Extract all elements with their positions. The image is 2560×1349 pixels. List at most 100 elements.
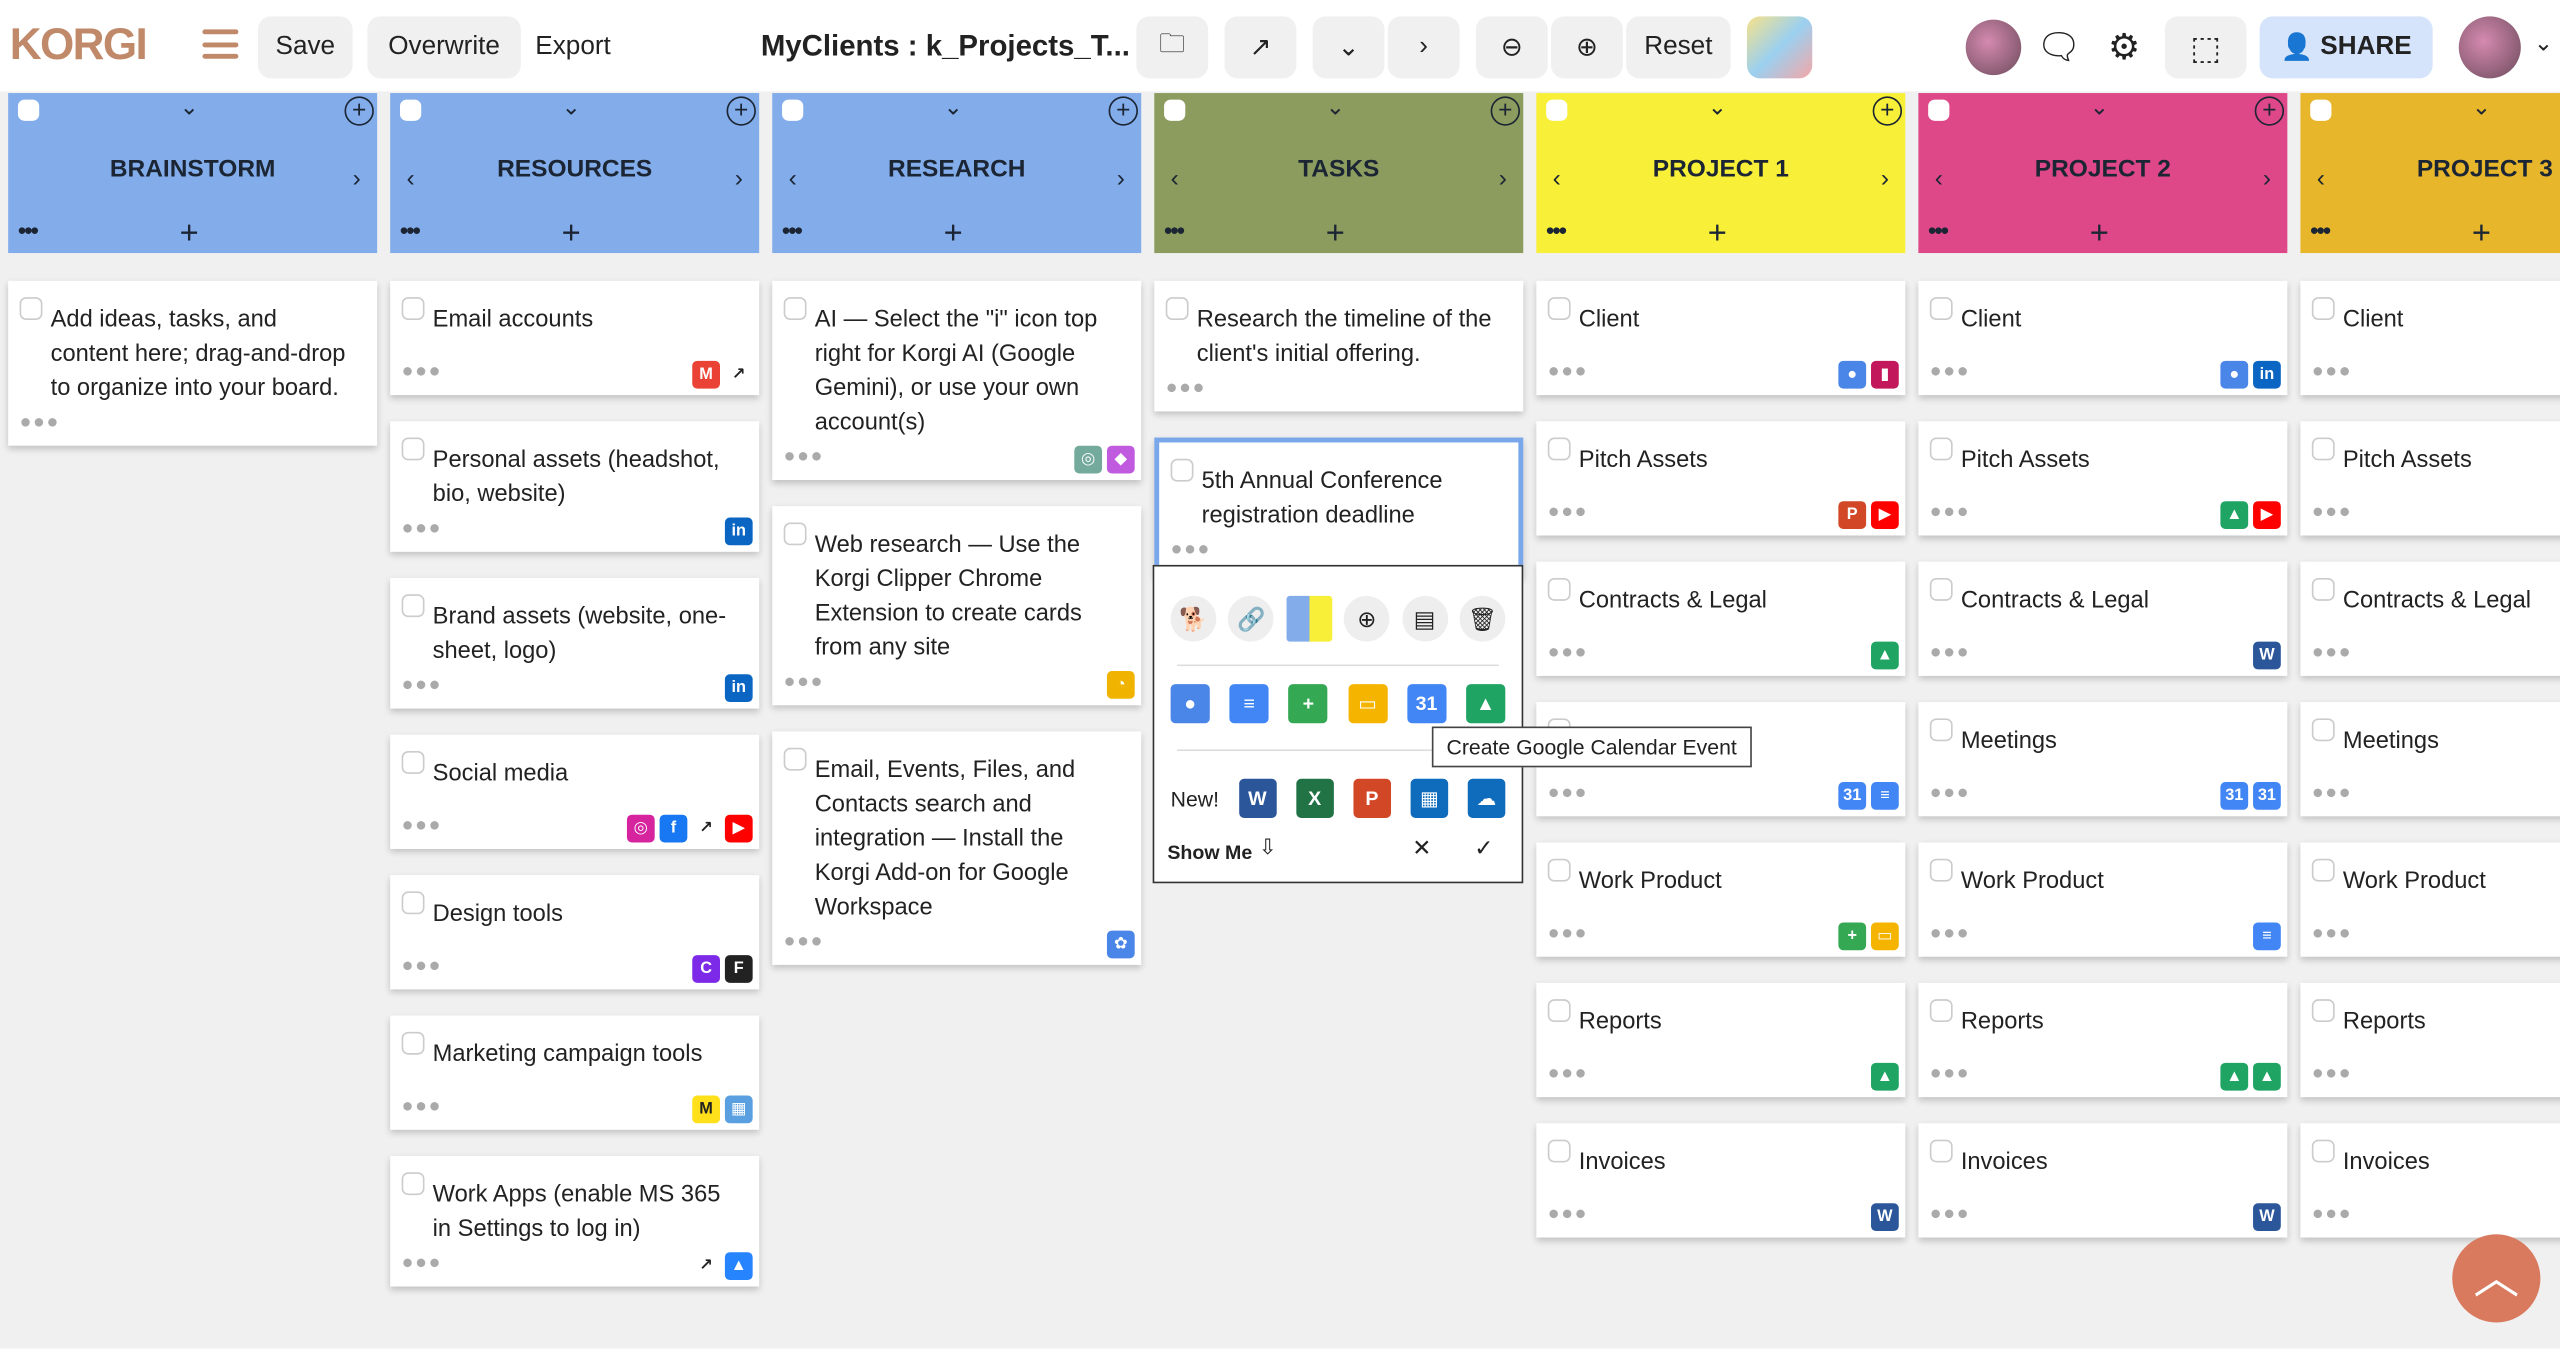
canva-icon[interactable]: C — [692, 955, 720, 983]
more-icon[interactable]: ••• — [18, 217, 39, 243]
card[interactable]: Research the timeline of the client's in… — [1154, 280, 1524, 412]
more-icon[interactable]: ●●● — [1548, 495, 1588, 529]
collaborator-avatar[interactable] — [1965, 19, 2022, 76]
chevron-down-icon[interactable]: ⌄ — [180, 93, 199, 121]
more-icon[interactable]: ●●● — [2312, 495, 2352, 529]
more-icon[interactable]: ●●● — [402, 949, 442, 983]
trash-icon[interactable]: 🗑 — [1459, 595, 1506, 642]
figma-icon[interactable]: F — [724, 955, 753, 983]
color-palette-icon[interactable] — [1286, 595, 1332, 642]
more-icon[interactable]: ●●● — [2312, 635, 2352, 669]
korgi-icon[interactable]: 🐕 — [1170, 595, 1217, 642]
card-checkbox[interactable] — [1929, 437, 1953, 461]
contacts-icon[interactable]: ● — [2220, 360, 2249, 389]
add-card-icon[interactable]: + — [2090, 217, 2109, 250]
korgi-logo[interactable]: KORGI — [10, 20, 148, 71]
more-icon[interactable]: ••• — [1928, 217, 1949, 243]
more-icon[interactable]: ●●● — [1930, 1056, 1970, 1090]
google-drive-icon[interactable]: ▲ — [1871, 641, 1899, 670]
card[interactable]: Contracts & Legal ●●● — [2300, 561, 2560, 676]
select-area-icon[interactable]: ⬚ — [2164, 16, 2247, 79]
card[interactable]: Marketing campaign tools ●●● M ▦ — [390, 1015, 760, 1130]
card[interactable]: Contracts & Legal ●●● W — [1918, 561, 2288, 676]
google-slides-icon[interactable]: ▭ — [1871, 922, 1899, 951]
more-icon[interactable]: ●●● — [784, 924, 824, 958]
google-drive-icon[interactable]: ▲ — [2220, 1062, 2249, 1091]
card[interactable]: Work Apps (enable MS 365 in Settings to … — [390, 1155, 760, 1287]
youtube-icon[interactable]: ▶ — [724, 814, 753, 843]
card-checkbox[interactable] — [2311, 1139, 2335, 1163]
chevron-right-icon[interactable]: › — [1117, 165, 1125, 193]
chevron-down-icon[interactable]: ⌄ — [2472, 93, 2491, 121]
card-checkbox[interactable] — [1929, 297, 1953, 320]
atlassian-icon[interactable]: ▲ — [724, 1252, 753, 1280]
card[interactable]: Pitch Assets ●●● ▲ ▶ — [1918, 421, 2288, 536]
add-circle-icon[interactable]: + — [1490, 96, 1520, 126]
column-checkbox[interactable] — [17, 99, 40, 121]
card[interactable]: Invoices ●●● W — [1918, 1123, 2288, 1238]
card-checkbox[interactable] — [1165, 297, 1189, 320]
more-icon[interactable]: ●●● — [1930, 776, 1970, 810]
google-drive-icon[interactable]: ▲ — [1871, 1062, 1899, 1091]
flag-icon[interactable]: ▮ — [1871, 360, 1899, 389]
powerpoint-icon[interactable]: P — [1838, 501, 1867, 529]
more-icon[interactable]: ●●● — [20, 405, 60, 439]
card-checkbox[interactable] — [1547, 437, 1571, 461]
chevron-down-icon[interactable]: ⌄ — [562, 93, 581, 121]
card-checkbox[interactable] — [1929, 858, 1953, 882]
google-calendar-icon[interactable]: 31 — [2220, 782, 2249, 810]
check-icon[interactable]: ✓ — [1474, 834, 1493, 862]
add-card-icon[interactable]: + — [944, 217, 963, 250]
mailchimp-icon[interactable]: M — [692, 1095, 720, 1124]
chat-icon[interactable]: 🗨 — [2031, 16, 2087, 78]
more-icon[interactable]: ●●● — [2312, 916, 2352, 950]
card-checkbox[interactable] — [2311, 437, 2335, 461]
card[interactable]: Email accounts ●●● M ↗ — [390, 280, 760, 396]
google-drive-icon[interactable]: ▲ — [2253, 1062, 2281, 1091]
column-checkbox[interactable] — [1164, 99, 1186, 121]
card-checkbox[interactable] — [2311, 718, 2335, 742]
card[interactable]: Work Product ●●● — [2300, 842, 2560, 957]
card-checkbox[interactable] — [401, 891, 425, 915]
card[interactable]: Client ●●● ● in — [1918, 280, 2288, 396]
card[interactable]: Work Product ●●● + ▭ — [1536, 842, 1906, 957]
column-title[interactable]: PROJECT 3 — [2300, 155, 2560, 183]
card-checkbox[interactable] — [1170, 458, 1194, 482]
add-card-icon[interactable]: + — [1708, 217, 1727, 250]
word-icon[interactable]: W — [2253, 1203, 2281, 1232]
card-checkbox[interactable] — [783, 522, 807, 546]
more-icon[interactable]: ●●● — [1930, 495, 1970, 529]
more-icon[interactable]: ••• — [1546, 217, 1567, 243]
card-checkbox[interactable] — [2311, 858, 2335, 882]
column-checkbox[interactable] — [782, 99, 804, 121]
more-icon[interactable]: ●●● — [1930, 1197, 1970, 1231]
more-icon[interactable]: ●●● — [2312, 776, 2352, 810]
card[interactable]: Reports ●●● — [2300, 982, 2560, 1098]
more-icon[interactable]: ••• — [782, 217, 803, 243]
google-drive-icon[interactable]: ▲ — [2220, 501, 2249, 529]
comment-icon[interactable]: ▤ — [1401, 595, 1448, 642]
overwrite-button[interactable]: Overwrite — [367, 16, 521, 79]
zoom-in-icon[interactable]: ⊕ — [1551, 16, 1623, 79]
chevron-right-icon[interactable]: › — [2263, 165, 2271, 193]
add-icon[interactable]: ⊕ — [1343, 595, 1390, 642]
card-checkbox[interactable] — [1547, 999, 1571, 1023]
more-icon[interactable]: ●●● — [1930, 635, 1970, 669]
more-icon[interactable]: ●●● — [1548, 776, 1588, 810]
google-docs-icon[interactable]: ≡ — [1871, 782, 1899, 810]
google-slides-icon[interactable]: ▭ — [1347, 684, 1388, 724]
card[interactable]: AI — Select the "i" icon top right for K… — [772, 280, 1142, 480]
more-icon[interactable]: ••• — [400, 217, 421, 243]
google-calendar-icon[interactable]: 31 — [2253, 782, 2281, 810]
add-card-icon[interactable]: + — [2472, 217, 2491, 250]
more-icon[interactable]: ●●● — [1548, 354, 1588, 388]
zoom-out-icon[interactable]: ⊖ — [1475, 16, 1548, 79]
card[interactable]: Client ●●● — [2300, 280, 2560, 396]
card-checkbox[interactable] — [1929, 1139, 1953, 1163]
column-title[interactable]: PROJECT 1 — [1536, 155, 1905, 183]
save-button[interactable]: Save — [257, 16, 353, 79]
folder-download-icon[interactable]: ⇩ — [1259, 834, 1277, 860]
card-checkbox[interactable] — [783, 297, 807, 320]
card[interactable]: Contracts & Legal ●●● ▲ — [1536, 561, 1906, 676]
google-sheets-icon[interactable]: + — [1288, 684, 1328, 724]
